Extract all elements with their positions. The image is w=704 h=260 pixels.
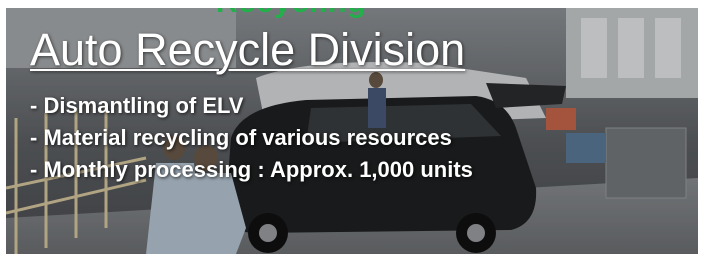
division-title: Auto Recycle Division: [30, 24, 466, 75]
top-cropped-title: Recycling: [216, 8, 367, 20]
division-bullets: - Dismantling of ELV - Material recyclin…: [30, 90, 473, 186]
bullet-item: - Monthly processing : Approx. 1,000 uni…: [30, 157, 473, 182]
bullet-item: - Dismantling of ELV: [30, 93, 244, 118]
recycle-banner: Recycling Auto Recycle Division - Disman…: [6, 8, 698, 254]
bullet-item: - Material recycling of various resource…: [30, 125, 452, 150]
